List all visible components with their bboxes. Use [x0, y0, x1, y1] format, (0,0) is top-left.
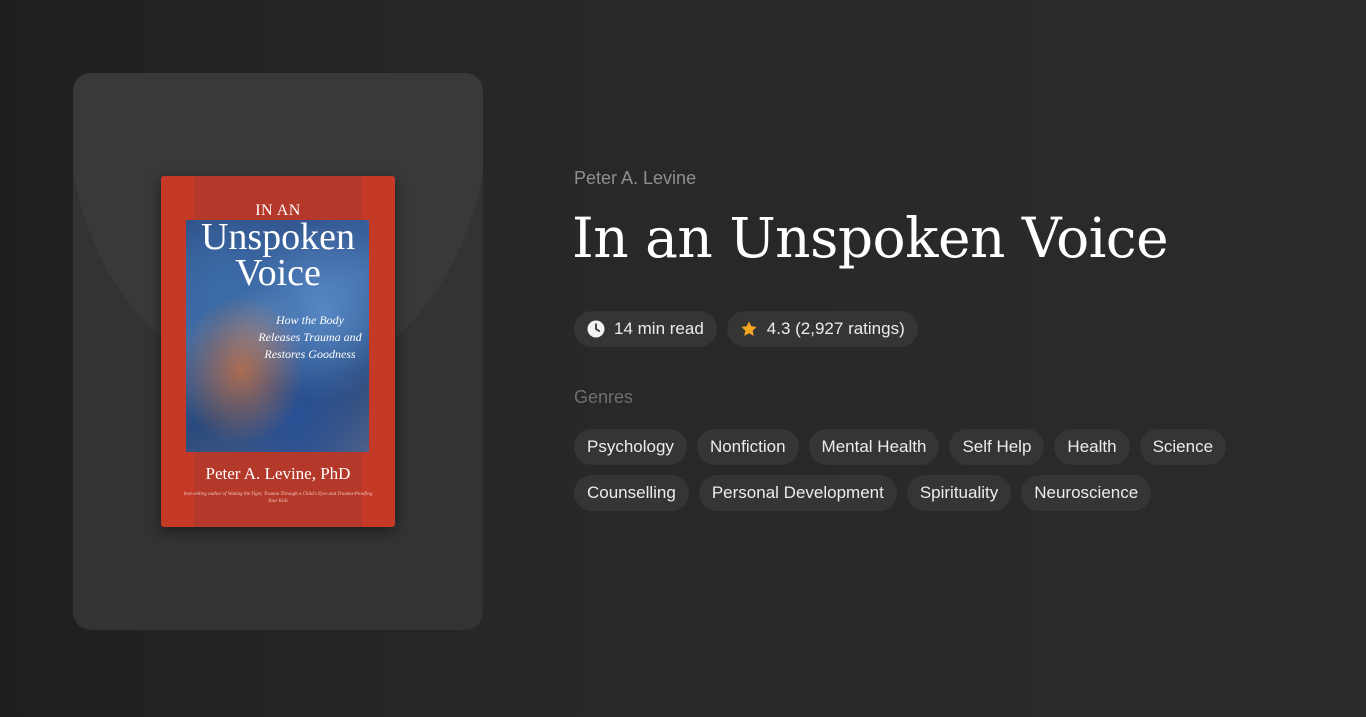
clock-icon	[587, 320, 605, 338]
genres-heading: Genres	[574, 387, 634, 407]
book-title: In an Unspoken Voice	[572, 206, 1169, 270]
author-name[interactable]: Peter A. Levine	[574, 168, 696, 189]
meta-row: 14 min read 4.3 (2,927 ratings)	[574, 311, 918, 347]
star-icon	[740, 320, 758, 338]
genre-chip[interactable]: Psychology	[574, 429, 687, 465]
genre-list: Psychology Nonfiction Mental Health Self…	[574, 429, 1234, 511]
cover-title-line1: Unspoken	[200, 216, 356, 258]
cover-author: Peter A. Levine, PhD	[205, 464, 351, 483]
genre-chip[interactable]: Spirituality	[906, 475, 1012, 511]
rating-text: 4.3 (2,927 ratings)	[766, 319, 905, 338]
read-time-text: 14 min read	[614, 319, 704, 338]
genre-chip[interactable]: Health	[1054, 429, 1130, 465]
cover-blurb: best-selling author of Waking the Tiger,…	[183, 492, 373, 504]
genre-chip[interactable]: Nonfiction	[696, 429, 799, 465]
genre-chip[interactable]: Self Help	[949, 429, 1045, 465]
rating-badge: 4.3 (2,927 ratings)	[726, 311, 918, 347]
genre-chip[interactable]: Counselling	[574, 475, 689, 511]
genre-chip[interactable]: Neuroscience	[1021, 475, 1152, 511]
genre-chip[interactable]: Science	[1139, 429, 1227, 465]
cover-title-line2: Voice	[235, 252, 321, 294]
book-cover-panel: IN AN Unspoken Voice How the Body Releas…	[73, 73, 483, 630]
genre-chip[interactable]: Mental Health	[808, 429, 940, 465]
genre-chip[interactable]: Personal Development	[698, 475, 897, 511]
cover-subtitle: How the Body Releases Trauma and Restore…	[258, 313, 362, 361]
read-time-badge: 14 min read	[574, 311, 717, 347]
book-cover-image: IN AN Unspoken Voice How the Body Releas…	[161, 176, 395, 527]
